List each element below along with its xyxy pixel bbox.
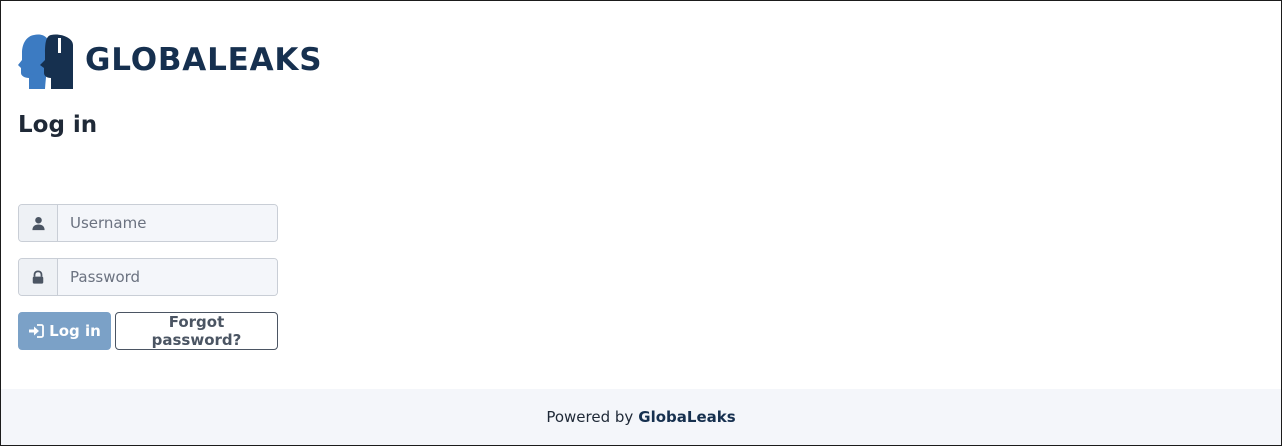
password-addon xyxy=(19,259,58,295)
password-field-group xyxy=(18,258,278,296)
forgot-password-label: Forgot password? xyxy=(151,313,242,349)
page-title: Log in xyxy=(18,112,98,138)
login-button-label: Log in xyxy=(49,322,101,340)
globaleaks-link[interactable]: GlobaLeaks xyxy=(638,408,735,426)
login-button[interactable]: Log in xyxy=(18,312,111,350)
username-addon xyxy=(19,205,58,241)
password-input[interactable] xyxy=(58,259,277,295)
footer-prefix: Powered by xyxy=(546,408,634,426)
footer: Powered by GlobaLeaks xyxy=(1,389,1281,445)
lock-icon xyxy=(32,269,44,284)
user-icon xyxy=(31,216,45,230)
username-field-group xyxy=(18,204,278,242)
forgot-password-button[interactable]: Forgot password? xyxy=(115,312,278,350)
sign-in-icon xyxy=(29,324,45,338)
app-window: GLOBALEAKS Log in Log in Forgot password… xyxy=(0,0,1282,446)
header: GLOBALEAKS xyxy=(17,32,322,92)
brand-name: GLOBALEAKS xyxy=(85,41,323,78)
globaleaks-logo-icon xyxy=(18,34,73,89)
username-input[interactable] xyxy=(58,205,277,241)
